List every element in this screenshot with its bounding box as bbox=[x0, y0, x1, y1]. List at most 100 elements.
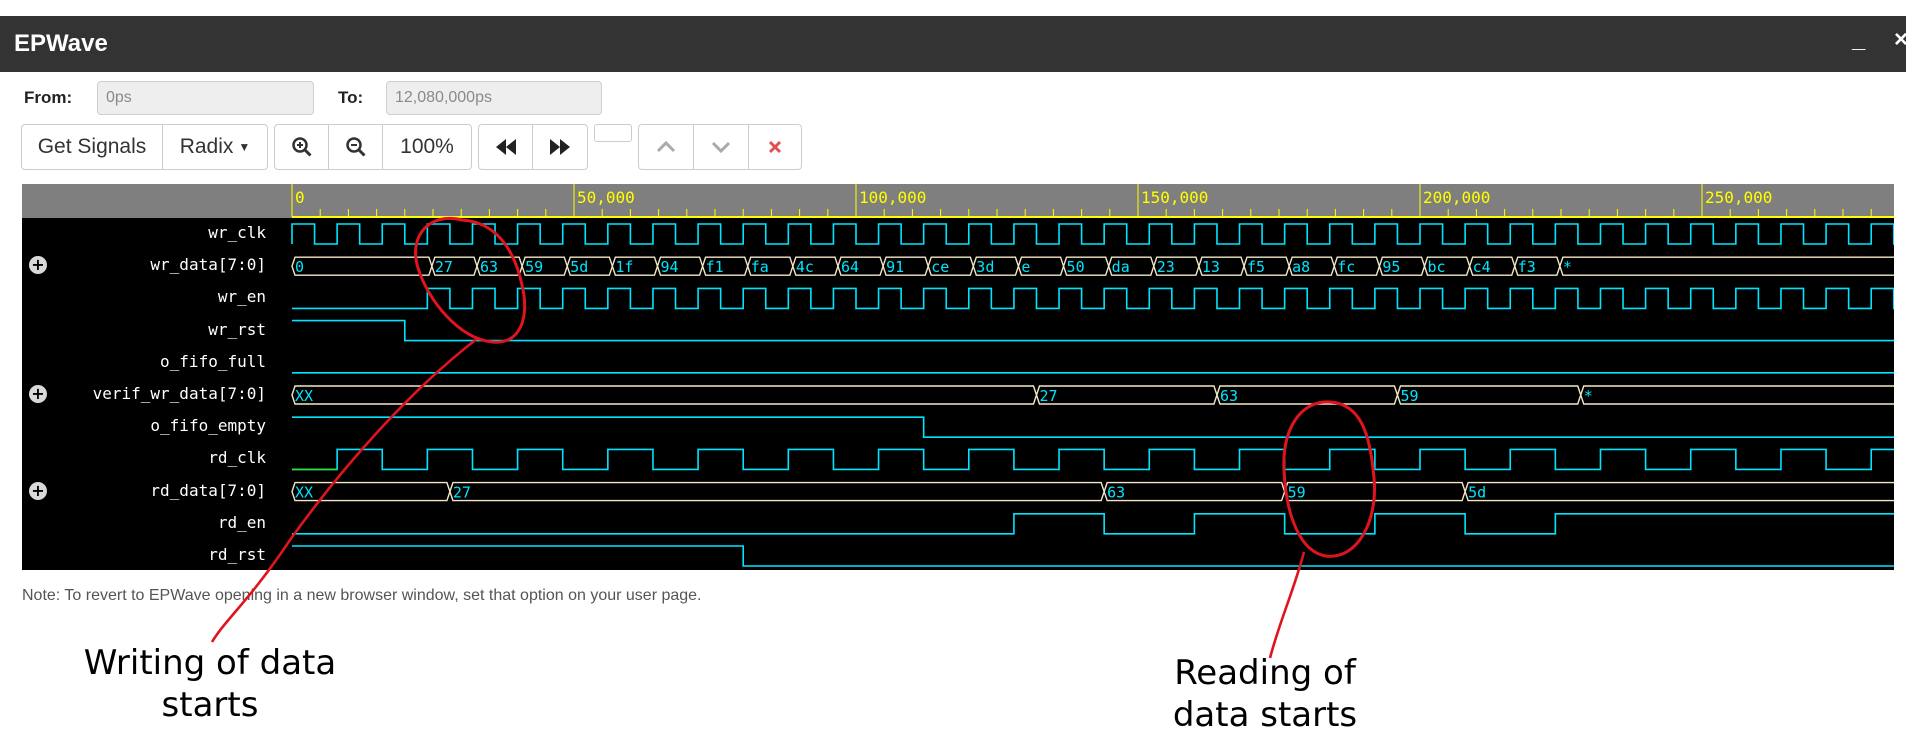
waveform-viewer[interactable]: wr_clk + wr_data[7:0] wr_en wr_rst o_fifo_ful… bbox=[22, 184, 1894, 570]
verif-wr-data-bus-value: 27 bbox=[1039, 387, 1057, 405]
wr-data-bus-value: f5 bbox=[1247, 258, 1265, 276]
wr-clk-wave bbox=[291, 223, 1894, 245]
rd-data-bus-value: 63 bbox=[1107, 484, 1125, 502]
rewind-button[interactable] bbox=[479, 125, 533, 169]
wr-data-bus-value: 63 bbox=[480, 258, 498, 276]
wr-data-bus-value: 5d bbox=[570, 258, 588, 276]
zoom-button-group: 100% bbox=[274, 124, 472, 170]
window-titlebar: EPWave _ × bbox=[0, 16, 1906, 72]
from-input[interactable]: 0ps bbox=[97, 81, 314, 115]
remove-signal-button[interactable] bbox=[749, 125, 801, 169]
small-blank-button[interactable] bbox=[594, 124, 632, 142]
wr-data-bus-value: 4c bbox=[796, 258, 814, 276]
wr-data-bus-value: f3 bbox=[1518, 258, 1536, 276]
signal-order-button-group bbox=[638, 124, 802, 170]
zoom-out-button[interactable] bbox=[329, 125, 383, 169]
ruler-tick-label: 100,000 bbox=[859, 188, 926, 207]
wr-data-bus-value: 13 bbox=[1202, 258, 1220, 276]
wr-data-bus-value: 0 bbox=[295, 258, 304, 276]
radix-button[interactable]: Radix ▼ bbox=[163, 125, 267, 169]
annotation-read-line1: Reading of bbox=[1174, 653, 1356, 693]
verif-wr-data-bus-segment bbox=[1396, 385, 1582, 405]
wr-data-bus-value: bc bbox=[1428, 258, 1446, 276]
rd-data-bus-segment bbox=[1464, 481, 1894, 502]
rd-data-bus-segment bbox=[1103, 481, 1286, 502]
wr-data-bus-value: e bbox=[1021, 258, 1030, 276]
move-up-button[interactable] bbox=[639, 125, 694, 169]
wr-rst-wave bbox=[292, 319, 1894, 342]
ruler-tick-label: 250,000 bbox=[1705, 188, 1772, 207]
ruler-tick-label: 150,000 bbox=[1141, 188, 1208, 207]
get-signals-button[interactable]: Get Signals bbox=[22, 125, 163, 169]
wr-data-bus-segment bbox=[1559, 256, 1894, 276]
verif-wr-data-bus-value: 63 bbox=[1220, 387, 1238, 405]
rd-data-bus-value: 27 bbox=[453, 484, 471, 502]
wr-data-bus-value: 95 bbox=[1382, 258, 1400, 276]
wr-data-bus-value: da bbox=[1112, 258, 1130, 276]
wr-data-bus-value: * bbox=[1563, 258, 1572, 276]
verif-wr-data-bus-value: * bbox=[1584, 387, 1593, 405]
ruler-tick-label: 0 bbox=[295, 188, 305, 207]
to-input[interactable]: 12,080,000ps bbox=[386, 81, 602, 115]
rd-data-bus-segment bbox=[1283, 481, 1466, 502]
rd-data-bus-segment bbox=[449, 481, 1105, 502]
wr-data-bus-value: 91 bbox=[886, 258, 904, 276]
verif-wr-data-bus-value: 59 bbox=[1400, 387, 1418, 405]
rd-en-wave bbox=[292, 512, 1894, 535]
fast-forward-icon bbox=[550, 139, 570, 155]
wr-data-bus-value: fa bbox=[751, 258, 769, 276]
minimize-button[interactable]: _ bbox=[1852, 26, 1865, 54]
annotation-read-start: Reading of data starts bbox=[1150, 652, 1380, 736]
caret-down-icon: ▼ bbox=[238, 140, 251, 154]
zoom-in-button[interactable] bbox=[275, 125, 329, 169]
verif-wr-data-bus-segment bbox=[1580, 385, 1894, 405]
close-icon bbox=[768, 140, 782, 154]
verif-wr-data-bus-value: XX bbox=[295, 387, 313, 405]
fast-forward-button[interactable] bbox=[533, 125, 587, 169]
wr-data-bus-value: 50 bbox=[1067, 258, 1085, 276]
rd-rst-wave bbox=[292, 545, 1894, 567]
radix-label: Radix bbox=[179, 135, 234, 158]
rd-clk-wave bbox=[292, 448, 1894, 471]
wr-data-bus-value: 64 bbox=[841, 258, 859, 276]
from-label: From: bbox=[24, 88, 73, 107]
to-label: To: bbox=[338, 88, 364, 107]
wr-data-bus-value: a8 bbox=[1292, 258, 1310, 276]
rewind-icon bbox=[495, 139, 516, 155]
wr-data-bus-value: c4 bbox=[1473, 258, 1491, 276]
ruler-tick-label: 50,000 bbox=[577, 188, 635, 207]
wr-data-bus-value: f1 bbox=[706, 258, 724, 276]
waveform-canvas[interactable]: 0 50,000 100,000 150,000 200,000 250,000 0 27 63… bbox=[22, 184, 1894, 570]
o-fifo-empty-wave bbox=[292, 416, 1894, 438]
annotation-write-line2: starts bbox=[161, 685, 259, 725]
zoom-out-icon bbox=[345, 137, 366, 157]
wr-data-bus-value: 94 bbox=[660, 258, 678, 276]
wr-data-bus-value: 23 bbox=[1157, 258, 1175, 276]
annotation-write-start: Writing of data starts bbox=[72, 642, 348, 726]
navigate-button-group bbox=[478, 124, 588, 170]
chevron-up-icon bbox=[656, 140, 676, 153]
wr-data-bus-value: 3d bbox=[976, 258, 994, 276]
wr-data-bus-value: ce bbox=[931, 258, 949, 276]
annotation-read-line2: data starts bbox=[1172, 695, 1358, 735]
close-window-button[interactable]: × bbox=[1894, 26, 1906, 54]
verif-wr-data-bus-segment bbox=[1216, 385, 1399, 405]
window-title: EPWave bbox=[14, 30, 108, 57]
rd-data-bus-value: 59 bbox=[1288, 484, 1306, 502]
wr-data-bus-segment bbox=[291, 256, 433, 276]
ruler-tick-label: 200,000 bbox=[1423, 188, 1490, 207]
wr-en-wave bbox=[292, 287, 1894, 310]
rd-data-bus-value: 5d bbox=[1468, 484, 1486, 502]
zoom-in-icon bbox=[291, 137, 312, 157]
verif-wr-data-bus-segment bbox=[1035, 385, 1218, 405]
move-down-button[interactable] bbox=[694, 125, 749, 169]
wr-data-bus-value: 59 bbox=[525, 258, 543, 276]
wr-data-bus-value: 27 bbox=[435, 258, 453, 276]
zoom-level-button[interactable]: 100% bbox=[383, 125, 471, 169]
wr-data-bus-value: 1f bbox=[615, 258, 633, 276]
verif-wr-data-bus-segment bbox=[291, 385, 1038, 405]
rd-data-bus-segment bbox=[291, 481, 451, 502]
annotation-write-line1: Writing of data bbox=[83, 643, 337, 683]
rd-data-bus-value: XX bbox=[295, 484, 313, 502]
note-text: Note: To revert to EPWave opening in a n… bbox=[22, 587, 702, 604]
